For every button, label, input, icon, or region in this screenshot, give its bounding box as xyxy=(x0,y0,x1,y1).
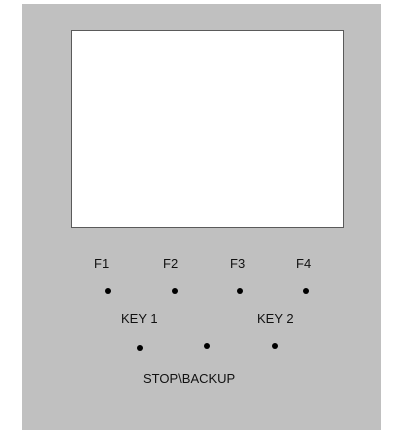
display-screen xyxy=(71,30,344,228)
key2-button[interactable] xyxy=(272,343,278,349)
f2-label: F2 xyxy=(163,256,179,271)
f3-label: F3 xyxy=(230,256,246,271)
key1-button[interactable] xyxy=(137,345,143,351)
f4-button[interactable] xyxy=(303,288,309,294)
f2-button[interactable] xyxy=(172,288,178,294)
f1-button[interactable] xyxy=(105,288,111,294)
f4-label: F4 xyxy=(296,256,312,271)
key2-label: KEY 2 xyxy=(257,311,294,326)
key1-label: KEY 1 xyxy=(121,311,158,326)
f1-label: F1 xyxy=(94,256,110,271)
stop-backup-button[interactable] xyxy=(204,343,210,349)
stop-backup-label: STOP\BACKUP xyxy=(143,371,236,386)
f3-button[interactable] xyxy=(237,288,243,294)
